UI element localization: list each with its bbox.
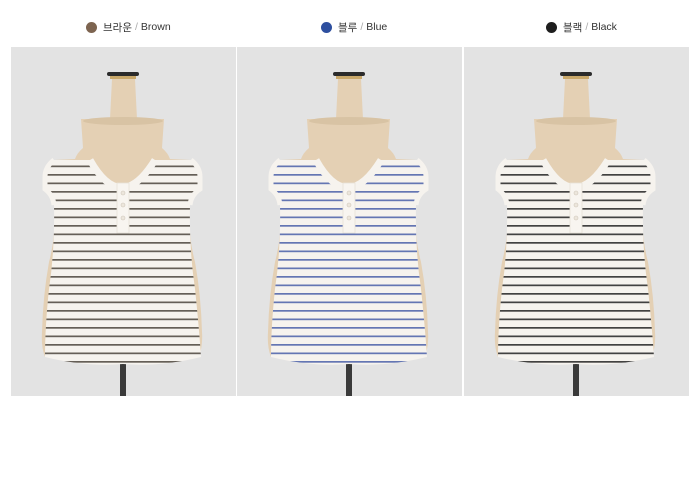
color-name-en: Brown <box>140 21 171 33</box>
color-name-en: Blue <box>366 21 388 33</box>
product-photo-blue <box>237 47 462 396</box>
color-label-black: 블랙 / Black <box>546 18 617 36</box>
color-name-ko: 블루 <box>338 21 358 34</box>
color-label-brown: 브라운 / Brown <box>86 18 171 36</box>
striped-tank-top-blue <box>267 72 429 396</box>
black-swatch-icon <box>546 21 557 33</box>
product-photo-brown <box>11 47 236 396</box>
color-name-ko: 블랙 <box>563 21 583 34</box>
color-name-ko: 브라운 <box>103 21 132 34</box>
separator: / <box>585 21 589 33</box>
product-photo-black <box>464 47 689 396</box>
blue-swatch-icon <box>321 21 332 33</box>
color-label-blue: 블루 / Blue <box>321 18 387 36</box>
brown-swatch-icon <box>86 21 97 33</box>
striped-tank-top-black <box>494 72 656 396</box>
striped-tank-top-brown <box>41 72 203 396</box>
separator: / <box>360 21 364 33</box>
separator: / <box>134 21 138 33</box>
color-name-en: Black <box>591 21 617 33</box>
